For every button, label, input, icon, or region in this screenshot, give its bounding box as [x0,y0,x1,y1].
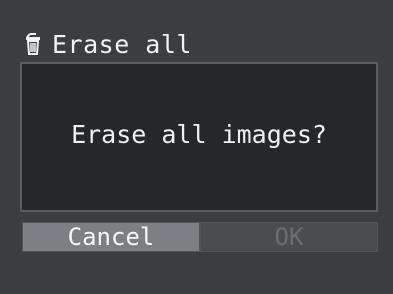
title-bar: Erase all [22,26,192,62]
camera-screen: Erase all Erase all images? Cancel OK [0,0,393,294]
trash-icon [26,33,40,55]
button-row: Cancel OK [22,222,378,252]
erase-dialog: Erase all images? [20,62,378,212]
confirmation-message: Erase all images? [71,120,327,149]
ok-button[interactable]: OK [200,222,378,252]
page-title: Erase all [52,29,192,59]
cancel-button[interactable]: Cancel [22,222,200,252]
